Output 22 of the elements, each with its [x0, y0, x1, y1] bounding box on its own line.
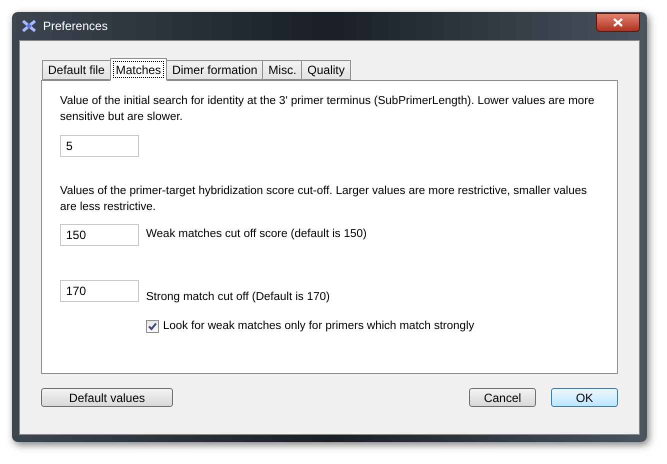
tab[interactable]: Misc. — [262, 60, 302, 80]
checkbox-label: Look for weak matches only for primers which match strongly — [163, 319, 474, 334]
window-title: Preferences — [43, 18, 109, 35]
field-label: Weak matches cut off score (default is 150) — [146, 227, 367, 242]
tab[interactable]: Default file — [42, 60, 111, 80]
sub-primer-length-field[interactable]: 5 — [60, 135, 139, 157]
description-text: Values of the primer-target hybridization score cut-off. Larger values are more restrictive, smaller values are less restrictive. — [60, 184, 588, 215]
check-icon — [148, 322, 157, 332]
close-button[interactable] — [596, 12, 640, 32]
strong-cutoff-field[interactable]: 170 — [60, 280, 139, 302]
tab[interactable]: Quality — [301, 60, 351, 80]
default-values-button[interactable]: Default values — [41, 388, 173, 407]
tab[interactable]: Matches — [110, 58, 168, 81]
checkbox[interactable] — [146, 320, 159, 334]
tab[interactable]: Dimer formation — [166, 60, 264, 80]
description-text: Value of the initial search for identity at the 3' primer terminus (SubPrimerLength). Lower values are more sensitive but are slower. — [60, 94, 596, 125]
close-icon — [613, 18, 623, 26]
cancel-button[interactable]: Cancel — [469, 388, 536, 407]
ok-button[interactable]: OK — [551, 388, 618, 407]
app-icon — [21, 19, 37, 33]
field-label: Strong match cut off (Default is 170) — [146, 290, 330, 305]
weak-cutoff-field[interactable]: 150 — [60, 224, 139, 246]
